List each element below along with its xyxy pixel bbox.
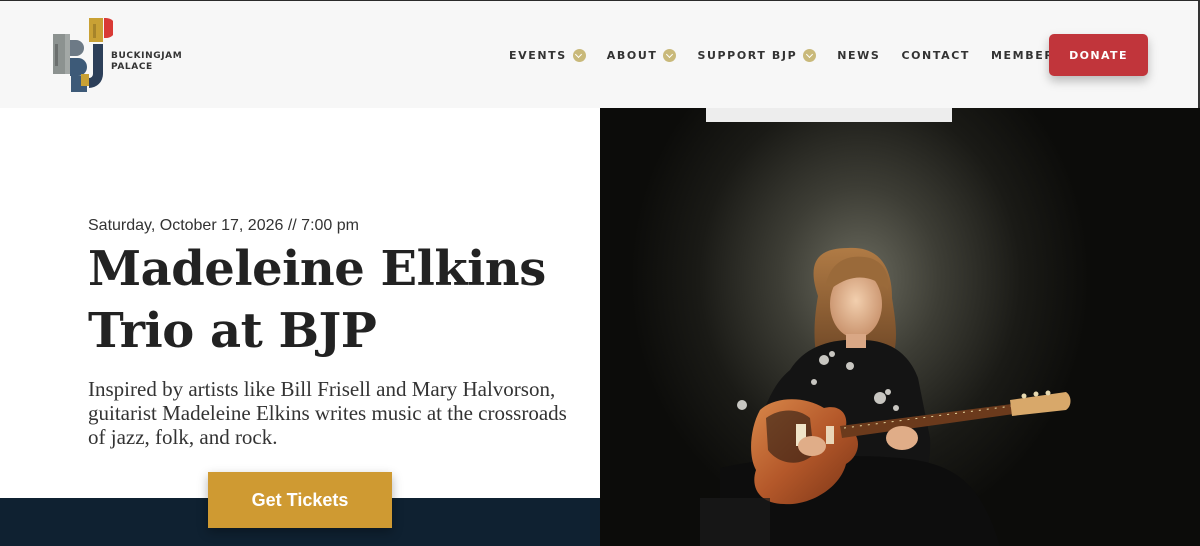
logo-text-line2: PALACE [111,62,153,72]
logo-wordmark: BUCKINGJAM PALACE [111,51,182,73]
chevron-down-icon[interactable] [572,48,586,62]
chevron-down-icon[interactable] [803,48,817,62]
nav-item-about[interactable]: ABOUT [607,48,677,62]
get-tickets-button[interactable]: Get Tickets [208,472,392,528]
nav-item-label: CONTACT [901,48,971,62]
artist-photo [600,108,1200,546]
donate-button[interactable]: DONATE [1049,34,1148,76]
event-datetime: Saturday, October 17, 2026 // 7:00 pm [88,217,359,234]
bjp-logo-icon [53,18,116,92]
main-nav: EVENTS ABOUT SUPPORT BJP NEWS CONTACT ME… [509,48,1090,62]
event-title: Madeleine Elkins Trio at BJP [88,238,588,362]
guitarist-illustration [700,247,1071,546]
nav-item-events[interactable]: EVENTS [509,48,586,62]
logo-text-line1: BUCKINGJAM [111,51,183,61]
nav-item-news[interactable]: NEWS [837,48,880,62]
chevron-down-icon[interactable] [663,48,677,62]
nav-item-contact[interactable]: CONTACT [901,48,970,62]
nav-item-label: EVENTS [509,48,567,62]
nav-item-support[interactable]: SUPPORT BJP [697,48,817,62]
nav-item-label: SUPPORT BJP [697,48,798,62]
event-description: Inspired by artists like Bill Frisell an… [88,377,567,449]
event-title-line2: Trio at BJP [88,303,377,359]
nav-item-label: ABOUT [606,48,658,62]
event-title-line1: Madeleine Elkins [88,241,546,297]
nav-item-label: NEWS [837,48,881,62]
